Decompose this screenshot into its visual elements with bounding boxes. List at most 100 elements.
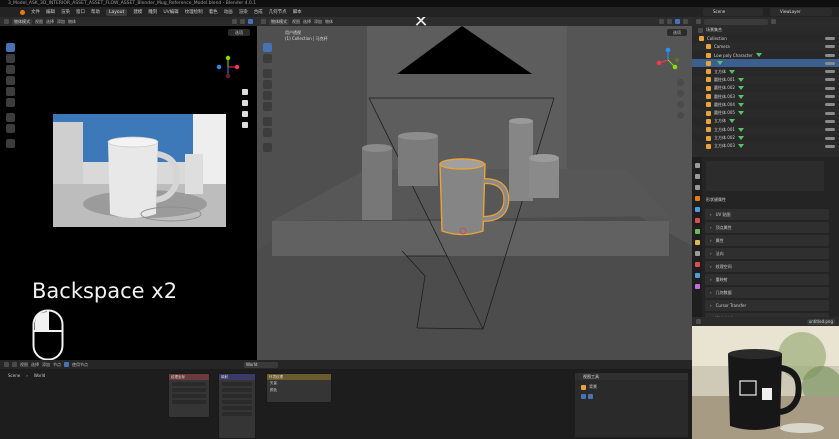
outliner-item[interactable]: Low poly Character: [692, 50, 839, 60]
properties-tab-icon[interactable]: [694, 174, 700, 179]
image-editor-icon[interactable]: [696, 319, 701, 324]
view-layer-selector[interactable]: ViewLayer: [770, 8, 832, 16]
properties-tab-icon[interactable]: [694, 196, 700, 201]
visibility-eye-icon[interactable]: [825, 78, 835, 82]
left-nav-gizmo[interactable]: [216, 55, 240, 79]
properties-tab-icon[interactable]: [694, 240, 700, 245]
visibility-eye-icon[interactable]: [825, 119, 835, 123]
ortho-toggle-icon[interactable]: [242, 122, 248, 128]
scene-selector[interactable]: Scene: [703, 8, 763, 16]
main-viewport[interactable]: 物体模式 视图 选择 添加 物体 用户透视 (1) Collection | 马…: [257, 17, 692, 360]
visibility-eye-icon[interactable]: [825, 70, 835, 74]
outliner-item[interactable]: 立方体: [692, 67, 839, 76]
left-menu-select[interactable]: 选择: [46, 19, 54, 25]
main-tool-move[interactable]: [262, 69, 272, 78]
main-menu-select[interactable]: 选择: [303, 19, 311, 25]
outliner-item[interactable]: 圆柱体.004: [692, 100, 839, 109]
outliner-item[interactable]: Collection: [692, 34, 839, 43]
shading-material-icon[interactable]: [240, 19, 245, 24]
main-xray-icon[interactable]: [667, 19, 672, 24]
node-socket[interactable]: [222, 406, 252, 410]
visibility-eye-icon[interactable]: [825, 86, 835, 90]
tool-scale[interactable]: [5, 87, 15, 96]
node-mapping[interactable]: 映射: [218, 373, 256, 439]
node-environment-texture[interactable]: 环境纹理 矢量 颜色: [266, 373, 332, 403]
workspace-tab-geometry-nodes[interactable]: 几何节点: [269, 9, 287, 15]
properties-tab-icon[interactable]: [694, 284, 700, 289]
workspace-tab-animation[interactable]: 动画: [224, 9, 233, 15]
main-shading-render-icon[interactable]: [683, 19, 688, 24]
filter-icon[interactable]: [771, 19, 776, 24]
node-sidebar-toggle-icon[interactable]: [588, 394, 593, 399]
outliner-root[interactable]: 场景集合: [692, 26, 839, 34]
tool-annotate[interactable]: [5, 113, 15, 122]
main-tool-measure[interactable]: [262, 128, 272, 137]
workspace-tab-texture-paint[interactable]: 纹理绘制: [185, 9, 203, 15]
use-nodes-checkbox[interactable]: [64, 362, 69, 367]
node-sidebar-title[interactable]: 视图工具: [575, 373, 688, 380]
node-socket[interactable]: [222, 394, 252, 398]
properties-tab-icon[interactable]: [694, 218, 700, 223]
property-panel-header[interactable]: › 属性: [705, 235, 829, 246]
node-menu-select[interactable]: 选择: [31, 362, 39, 368]
main-options-button[interactable]: 选项: [667, 29, 687, 36]
properties-tab-icon[interactable]: [694, 273, 700, 278]
tool-cursor[interactable]: [5, 54, 15, 63]
visibility-eye-icon[interactable]: [825, 111, 835, 115]
zoom-icon[interactable]: [242, 89, 248, 95]
visibility-eye-icon[interactable]: [825, 144, 835, 148]
node-socket[interactable]: [222, 412, 252, 416]
outliner-item[interactable]: 圆柱体.001: [692, 76, 839, 84]
main-tool-rotate[interactable]: [262, 80, 272, 89]
property-panel-header[interactable]: › 顶点属性: [705, 222, 829, 233]
node-socket[interactable]: [172, 382, 206, 386]
close-overlay-button[interactable]: ✕: [409, 17, 433, 33]
outliner-item[interactable]: 圆柱体.003: [692, 92, 839, 100]
properties-section-title[interactable]: 形状键属性: [706, 197, 726, 203]
node-menu-view[interactable]: 视图: [20, 362, 28, 368]
visibility-eye-icon[interactable]: [825, 36, 835, 40]
tool-measure[interactable]: [5, 124, 15, 133]
property-panel-header[interactable]: › 重映射: [705, 274, 829, 285]
outliner-editor-icon[interactable]: [696, 19, 701, 24]
main-tool-annotate[interactable]: [262, 117, 272, 126]
property-panel-header[interactable]: › Cursor Transfer: [705, 300, 829, 311]
outliner-item[interactable]: [692, 59, 839, 68]
outliner-item[interactable]: 圆柱体.005: [692, 109, 839, 117]
outliner-item[interactable]: 立方体: [692, 117, 839, 126]
node-socket[interactable]: [172, 388, 206, 392]
main-editor-type-icon[interactable]: [261, 19, 266, 24]
properties-tab-icon[interactable]: [694, 251, 700, 256]
visibility-eye-icon[interactable]: [825, 103, 835, 107]
left-mode-dropdown[interactable]: 物体模式: [12, 18, 32, 25]
main-menu-view[interactable]: 视图: [292, 19, 300, 25]
outliner-item[interactable]: 立方体.001: [692, 126, 839, 134]
main-mode-dropdown[interactable]: 物体模式: [269, 18, 289, 25]
node-sidebar-toggle-icon[interactable]: [581, 394, 586, 399]
main-pan-icon[interactable]: [677, 90, 684, 97]
left-menu-add[interactable]: 添加: [57, 19, 65, 25]
node-socket[interactable]: [172, 394, 206, 398]
main-tool-transform[interactable]: [262, 102, 272, 111]
visibility-eye-icon[interactable]: [825, 136, 835, 140]
visibility-eye-icon[interactable]: [825, 128, 835, 132]
menu-render[interactable]: 渲染: [61, 9, 70, 15]
breadcrumb-world[interactable]: World: [34, 373, 45, 378]
workspace-tab-layout[interactable]: Layout: [106, 8, 128, 16]
image-name-field[interactable]: untitled.png: [806, 318, 835, 325]
main-camera-icon[interactable]: [677, 101, 684, 108]
workspace-tab-uv[interactable]: UV编辑: [163, 9, 178, 15]
node-editor[interactable]: 视图 选择 添加 节点 使用节点 World Scene › World 纹理坐…: [0, 360, 692, 439]
node-socket[interactable]: [222, 400, 252, 404]
node-texture-coordinate[interactable]: 纹理坐标: [168, 373, 210, 418]
main-zoom-icon[interactable]: [677, 79, 684, 86]
menu-help[interactable]: 帮助: [91, 9, 100, 15]
node-socket[interactable]: [172, 400, 206, 404]
properties-tab-icon[interactable]: [694, 229, 700, 234]
workspace-tab-compositing[interactable]: 合成: [254, 9, 263, 15]
property-panel-header[interactable]: › UV 贴图: [705, 209, 829, 220]
tool-move[interactable]: [5, 65, 15, 74]
blender-logo-icon[interactable]: [20, 9, 25, 15]
workspace-tab-rendering[interactable]: 渲染: [239, 9, 248, 15]
main-shading-solid-icon[interactable]: [675, 19, 680, 24]
